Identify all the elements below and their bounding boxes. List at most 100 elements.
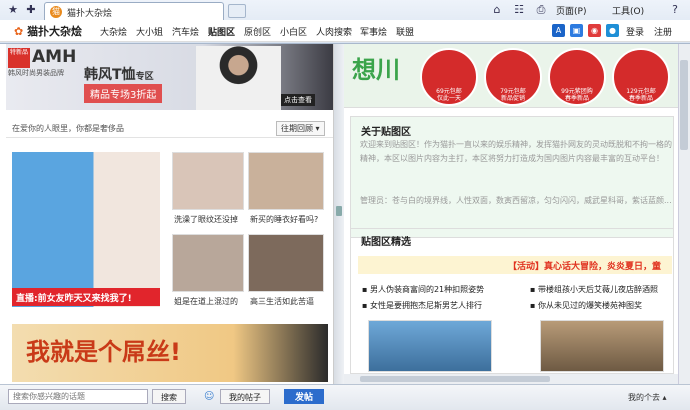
print-icon[interactable]: ⎙: [534, 3, 548, 17]
my-posts-button[interactable]: 我的帖子: [220, 389, 270, 404]
nav-item-tietu[interactable]: 贴图区: [208, 25, 235, 38]
page-menu[interactable]: 页面(P): [556, 4, 586, 17]
tools-menu[interactable]: 工具(O): [612, 4, 644, 17]
tab-active[interactable]: 猫 猫扑大杂烩: [44, 2, 224, 20]
shoe-price: 99元紫团购 春季新品: [548, 88, 606, 102]
activity-banner[interactable]: 【活动】真心话大冒险，炎炎夏日，童: [358, 256, 672, 274]
search-input[interactable]: [8, 389, 148, 404]
home-icon[interactable]: ⌂: [490, 3, 504, 17]
special-label: 精品专场3折起: [84, 84, 163, 103]
about-text: 欢迎来到贴图区！作为猫扑一直以来的娱乐精神，发挥猫扑网友的灵动既脱和不拘一格的精…: [360, 140, 672, 163]
nav-item-qichehui[interactable]: 汽车烩: [172, 25, 199, 38]
new-tag: 特新品: [8, 48, 30, 68]
shoe-price-text: 99元紫团购: [561, 88, 593, 95]
view-button[interactable]: 点击查看: [281, 94, 315, 106]
shoe-label: 新品促销: [500, 95, 525, 102]
about-managers: 管理员：苍与白的境界线，人性双面，数寅西留凉，匀匀闪闪，威武星科哥，紫话蓝颜..…: [360, 196, 672, 205]
shoe-banner[interactable]: 想川 69元包邮 仅此一天 79元包邮 新品促销 99元紫团购 春季新品 129元包邮…: [344, 44, 678, 108]
favorites-star-icon[interactable]: ★: [6, 3, 20, 17]
shoe-price-text: 129元包邮: [626, 88, 656, 95]
right-pane: 想川 69元包邮 仅此一天 79元包邮 新品促销 99元紫团购 春季新品 129元包邮…: [344, 44, 678, 374]
register-link[interactable]: 注册: [654, 25, 672, 38]
left-pane: 特新品 AMH 韩风时尚男装品牌 韩风T恤专区 精品专场3折起 点击查看 在爱你…: [6, 44, 334, 384]
shoe-label: 仅此一天: [436, 95, 461, 102]
status-text[interactable]: 我的个去 ▴: [628, 392, 667, 403]
add-favorite-icon[interactable]: ✚: [24, 3, 38, 17]
banner-title: 韩风T恤专区: [84, 64, 154, 84]
shoe-price-text: 69元包邮: [436, 88, 462, 95]
review-button[interactable]: 往期回顾 ▾: [276, 121, 325, 136]
shoe-price-text: 79元包邮: [500, 88, 526, 95]
post-button[interactable]: 发帖: [284, 389, 324, 404]
list-item[interactable]: ▪ 男人伪装商富间的21种扣照姿势: [362, 284, 484, 295]
banner-title-suffix: 专区: [135, 72, 154, 82]
section-header: 在爱你的人眼里，你都是奢侈品 往期回顾 ▾: [6, 118, 333, 138]
grid-image[interactable]: [172, 234, 244, 292]
list-item[interactable]: ▪ 带楼组孩小天后艾薇儿夜店醉酒照: [530, 284, 658, 295]
shoe-label: 春季新品: [628, 95, 653, 102]
news-text: 女性是要拥抱杰尼斯男艺人排行: [369, 301, 482, 310]
grid-image[interactable]: [172, 152, 244, 210]
brand-name: AMH: [32, 47, 77, 67]
banner-title-text: 韩风T恤: [84, 67, 136, 83]
grid-caption[interactable]: 新买的睡衣好看吗?: [250, 214, 318, 225]
about-title: 关于贴图区: [361, 127, 411, 138]
featured-title: 贴图区精选: [361, 237, 411, 248]
shoe-price: 69元包邮 仅此一天: [420, 88, 478, 102]
weibo-icon[interactable]: ◉: [588, 24, 601, 37]
banner-brand: 想川: [352, 56, 400, 84]
app-icon[interactable]: A: [552, 24, 565, 37]
grid-caption[interactable]: 洗澡了眼纹还没掉: [174, 214, 238, 225]
nav-item-xiaobai[interactable]: 小白区: [280, 25, 307, 38]
login-link[interactable]: 登录: [626, 25, 644, 38]
shoe-price: 79元包邮 新品促销: [484, 88, 542, 102]
featured-image[interactable]: [368, 320, 492, 372]
shoe-label: 春季新品: [564, 95, 589, 102]
section-title: 在爱你的人眼里，你都是奢侈品: [12, 124, 124, 133]
featured-image[interactable]: [540, 320, 664, 372]
model-photo: [196, 46, 281, 110]
nav-item-dazahui[interactable]: 大杂烩: [100, 25, 127, 38]
shoe-price: 129元包邮 春季新品: [612, 88, 670, 102]
nav-item-renrou[interactable]: 人肉搜索: [316, 25, 352, 38]
mop-logo-icon: 猫: [50, 6, 62, 18]
grid-image[interactable]: [248, 234, 324, 292]
grid-caption[interactable]: 姐是在道上混过的: [174, 296, 238, 307]
site-logo-text: 猫扑大杂烩: [27, 25, 83, 38]
site-nav: ✿ 猫扑大杂烩 大杂烩 大小姐 汽车烩 贴图区 原创区 小白区 人肉搜索 军事烩…: [0, 20, 690, 42]
bottom-bar: 搜索 ☺ 我的帖子 发帖 我的个去 ▴: [0, 384, 690, 410]
nav-item-junshi[interactable]: 军事烩: [360, 25, 387, 38]
list-item[interactable]: ▪ 你从未见过的爆笑楼苑神图奖: [530, 300, 642, 311]
news-text: 带楼组孩小天后艾薇儿夜店醉酒照: [537, 285, 658, 294]
review-label: 往期回顾: [281, 124, 313, 133]
scrollbar-thumb[interactable]: [680, 60, 688, 150]
live-caption[interactable]: 直播:前女友昨天又来找我了!: [12, 288, 160, 306]
amh-banner[interactable]: 特新品 AMH 韩风时尚男装品牌 韩风T恤专区 精品专场3折起 点击查看: [6, 44, 333, 110]
nav-item-daxiaojie[interactable]: 大小姐: [136, 25, 163, 38]
browser-chrome: ★ ✚ 猫 猫扑大杂烩 ⌂ ☷ ⎙ 页面(P) 工具(O) ? ✿ 猫扑大杂烩 …: [0, 0, 690, 44]
user-icon: ☺: [204, 391, 215, 402]
site-logo[interactable]: ✿ 猫扑大杂烩: [14, 23, 82, 39]
news-text: 你从未见过的爆笑楼苑神图奖: [537, 301, 642, 310]
splitter-handle-icon[interactable]: [336, 206, 342, 216]
tab-title: 猫扑大杂烩: [67, 9, 113, 19]
grid-caption[interactable]: 高三生活如此苦逼: [250, 296, 314, 307]
banner-slogan: 我就是个屌丝!: [26, 338, 181, 366]
new-tab-button[interactable]: [228, 4, 246, 18]
tab-bar: ★ ✚ 猫 猫扑大杂烩 ⌂ ☷ ⎙ 页面(P) 工具(O) ?: [0, 0, 690, 20]
qzone-icon[interactable]: ▣: [570, 24, 583, 37]
news-text: 男人伪装商富间的21种扣照姿势: [369, 285, 485, 294]
feeds-icon[interactable]: ☷: [512, 3, 526, 17]
nav-item-lianmeng[interactable]: 联盟: [396, 25, 414, 38]
status-label: 我的个去: [628, 393, 660, 402]
help-icon[interactable]: ?: [668, 3, 682, 17]
search-button[interactable]: 搜索: [152, 389, 186, 404]
horizontal-scrollbar-thumb[interactable]: [360, 376, 550, 382]
list-item[interactable]: ▪ 女性是要拥抱杰尼斯男艺人排行: [362, 300, 482, 311]
nav-item-yuanchuang[interactable]: 原创区: [244, 25, 271, 38]
grid-image[interactable]: [248, 152, 324, 210]
live-image[interactable]: [12, 152, 160, 307]
qq-icon[interactable]: ●: [606, 24, 619, 37]
brand-slogan: 韩风时尚男装品牌: [8, 69, 64, 77]
bottom-banner[interactable]: 我就是个屌丝!: [12, 324, 328, 382]
